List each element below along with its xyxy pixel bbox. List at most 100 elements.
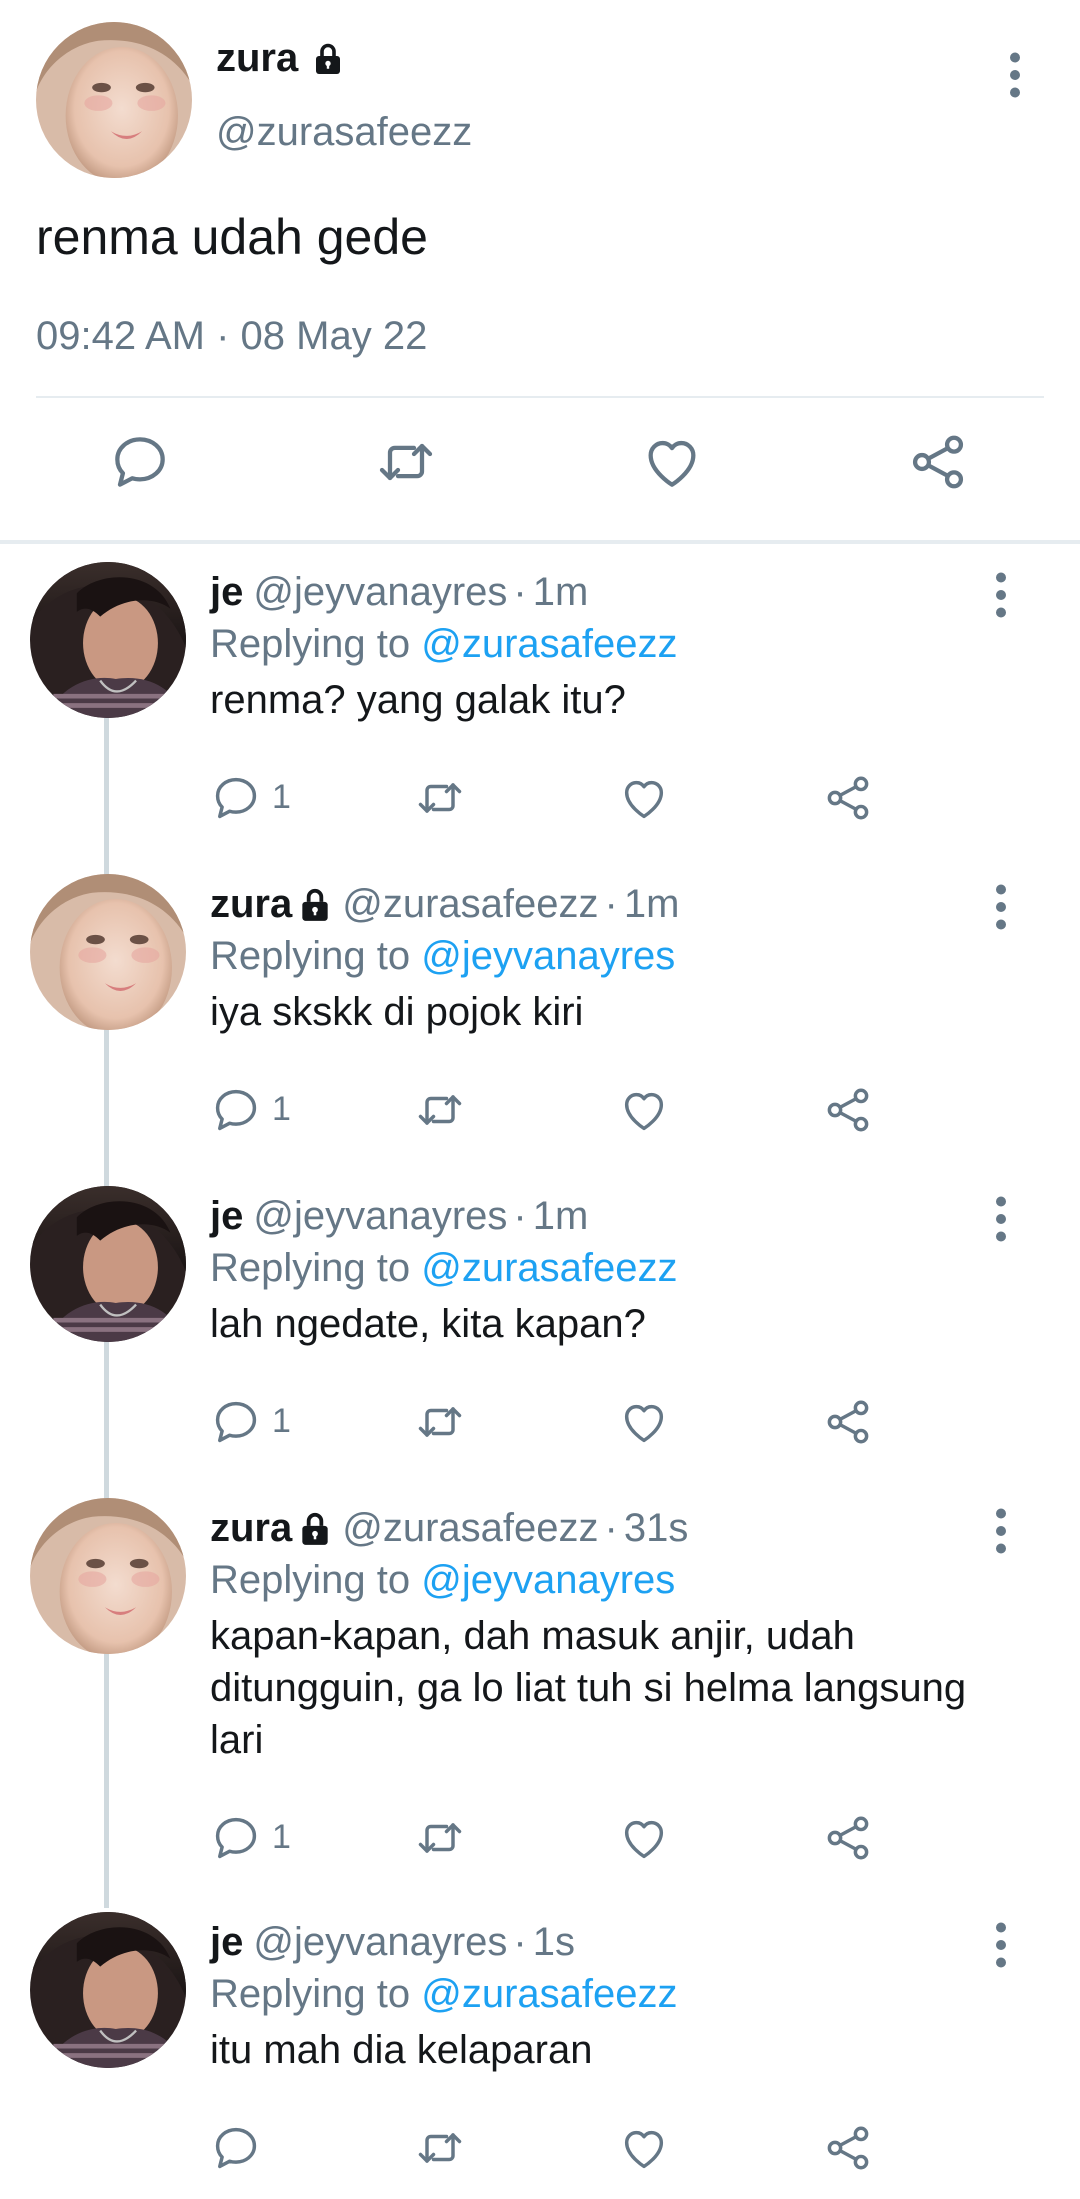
replying-to-label: Replying to (210, 622, 411, 666)
reply-header: zura @zurasafeezz · 31s (210, 1506, 688, 1551)
author-handle[interactable]: @jeyvanayres (253, 1920, 507, 1965)
author-name[interactable]: zura (210, 1506, 292, 1551)
tweet-timestamp: 09:42 AM · 08 May 22 (36, 314, 428, 358)
replying-to: Replying to @jeyvanayres (210, 1558, 675, 1603)
share-icon[interactable] (822, 1084, 874, 1136)
reply-actions (0, 2122, 1080, 2182)
like-icon[interactable] (618, 2122, 670, 2174)
avatar[interactable] (30, 874, 186, 1030)
reply-count: 1 (272, 1402, 291, 1440)
avatar[interactable] (30, 1912, 186, 2068)
share-icon[interactable] (822, 772, 874, 824)
section-divider (0, 540, 1080, 544)
mention-link[interactable]: @zurasafeezz (421, 622, 677, 666)
more-options-icon[interactable] (986, 882, 1016, 932)
more-options-icon[interactable] (986, 1506, 1016, 1556)
reply-text: itu mah dia kelaparan (210, 2028, 593, 2072)
replying-to: Replying to @zurasafeezz (210, 1246, 678, 1291)
lock-icon (296, 886, 334, 924)
avatar[interactable] (30, 562, 186, 718)
reply-icon[interactable] (210, 1084, 262, 1136)
reply-count: 1 (272, 1818, 291, 1856)
separator-dot: · (513, 1920, 527, 1964)
reply-tweet[interactable]: je @jeyvanayres · 1s Replying to @zurasa… (0, 1912, 1080, 2199)
lock-icon (310, 41, 346, 77)
reply-icon[interactable] (210, 1396, 262, 1448)
mention-link[interactable]: @zurasafeezz (421, 1246, 677, 1290)
author-name[interactable]: je (210, 1194, 243, 1239)
reply-tweet[interactable]: zura @zurasafeezz · 31s Replying to @jey… (0, 1498, 1080, 1898)
mention-link[interactable]: @zurasafeezz (421, 1972, 677, 2016)
author-name[interactable]: zura (216, 36, 298, 81)
separator-dot: · (604, 882, 618, 926)
separator-dot: · (513, 1194, 527, 1238)
reply-header: zura @zurasafeezz · 1m (210, 882, 679, 927)
like-icon[interactable] (618, 1396, 670, 1448)
more-options-icon[interactable] (986, 1194, 1016, 1244)
reply-icon[interactable] (210, 772, 262, 824)
reply-actions: 1 (0, 772, 1080, 832)
like-icon[interactable] (618, 1812, 670, 1864)
like-icon[interactable] (640, 430, 704, 494)
reply-count: 1 (272, 778, 291, 816)
avatar[interactable] (30, 1186, 186, 1342)
reply-actions: 1 (0, 1396, 1080, 1456)
reply-tweet[interactable]: je @jeyvanayres · 1m Replying to @zurasa… (0, 1186, 1080, 1486)
reply-actions: 1 (0, 1812, 1080, 1872)
share-icon[interactable] (822, 2122, 874, 2174)
reply-time: 1m (532, 1194, 589, 1238)
avatar[interactable] (30, 1498, 186, 1654)
replying-to-label: Replying to (210, 1246, 411, 1290)
retweet-icon[interactable] (414, 2122, 466, 2174)
divider (36, 396, 1044, 398)
separator-dot: · (604, 1506, 618, 1550)
retweet-icon[interactable] (414, 772, 466, 824)
more-options-icon[interactable] (986, 1920, 1016, 1970)
replying-to-label: Replying to (210, 1558, 411, 1602)
author-handle[interactable]: @jeyvanayres (253, 1194, 507, 1239)
author-name[interactable]: je (210, 570, 243, 615)
share-icon[interactable] (822, 1812, 874, 1864)
main-tweet: zura @zurasafeezz renma udah gede 09:42 … (0, 0, 1080, 540)
reply-text: renma? yang galak itu? (210, 678, 626, 722)
retweet-icon[interactable] (414, 1396, 466, 1448)
reply-time: 1m (623, 882, 680, 926)
more-options-icon[interactable] (986, 570, 1016, 620)
lock-icon (296, 1510, 334, 1548)
reply-count: 1 (272, 1090, 291, 1128)
like-icon[interactable] (618, 1084, 670, 1136)
share-icon[interactable] (822, 1396, 874, 1448)
reply-icon[interactable] (210, 2122, 262, 2174)
retweet-icon[interactable] (414, 1812, 466, 1864)
retweet-icon[interactable] (374, 430, 438, 494)
reply-header: je @jeyvanayres · 1m (210, 570, 588, 615)
like-icon[interactable] (618, 772, 670, 824)
mention-link[interactable]: @jeyvanayres (421, 1558, 675, 1602)
tweet-text: renma udah gede (36, 209, 428, 265)
reply-time: 1s (532, 1920, 575, 1964)
replying-to: Replying to @zurasafeezz (210, 1972, 678, 2017)
retweet-icon[interactable] (414, 1084, 466, 1136)
more-options-icon[interactable] (1000, 50, 1030, 100)
author-name[interactable]: je (210, 1920, 243, 1965)
author-handle[interactable]: @zurasafeezz (342, 882, 598, 927)
author-handle[interactable]: @zurasafeezz (216, 110, 472, 155)
author-handle[interactable]: @jeyvanayres (253, 570, 507, 615)
reply-tweet[interactable]: zura @zurasafeezz · 1m Replying to @jeyv… (0, 874, 1080, 1174)
reply-icon[interactable] (210, 1812, 262, 1864)
mention-link[interactable]: @jeyvanayres (421, 934, 675, 978)
replying-to-label: Replying to (210, 1972, 411, 2016)
reply-text: kapan-kapan, dah masuk anjir, udah ditun… (210, 1614, 967, 1762)
author-handle[interactable]: @zurasafeezz (342, 1506, 598, 1551)
avatar[interactable] (36, 22, 192, 178)
reply-time: 1m (532, 570, 589, 614)
author-name-row[interactable]: zura (216, 36, 346, 81)
reply-icon[interactable] (108, 430, 172, 494)
tweet-actions (0, 430, 1080, 510)
reply-text: iya skskk di pojok kiri (210, 990, 584, 1034)
reply-time: 31s (623, 1506, 689, 1550)
reply-tweet[interactable]: je @jeyvanayres · 1m Replying to @zurasa… (0, 562, 1080, 862)
reply-text: lah ngedate, kita kapan? (210, 1302, 646, 1346)
share-icon[interactable] (906, 430, 970, 494)
author-name[interactable]: zura (210, 882, 292, 927)
